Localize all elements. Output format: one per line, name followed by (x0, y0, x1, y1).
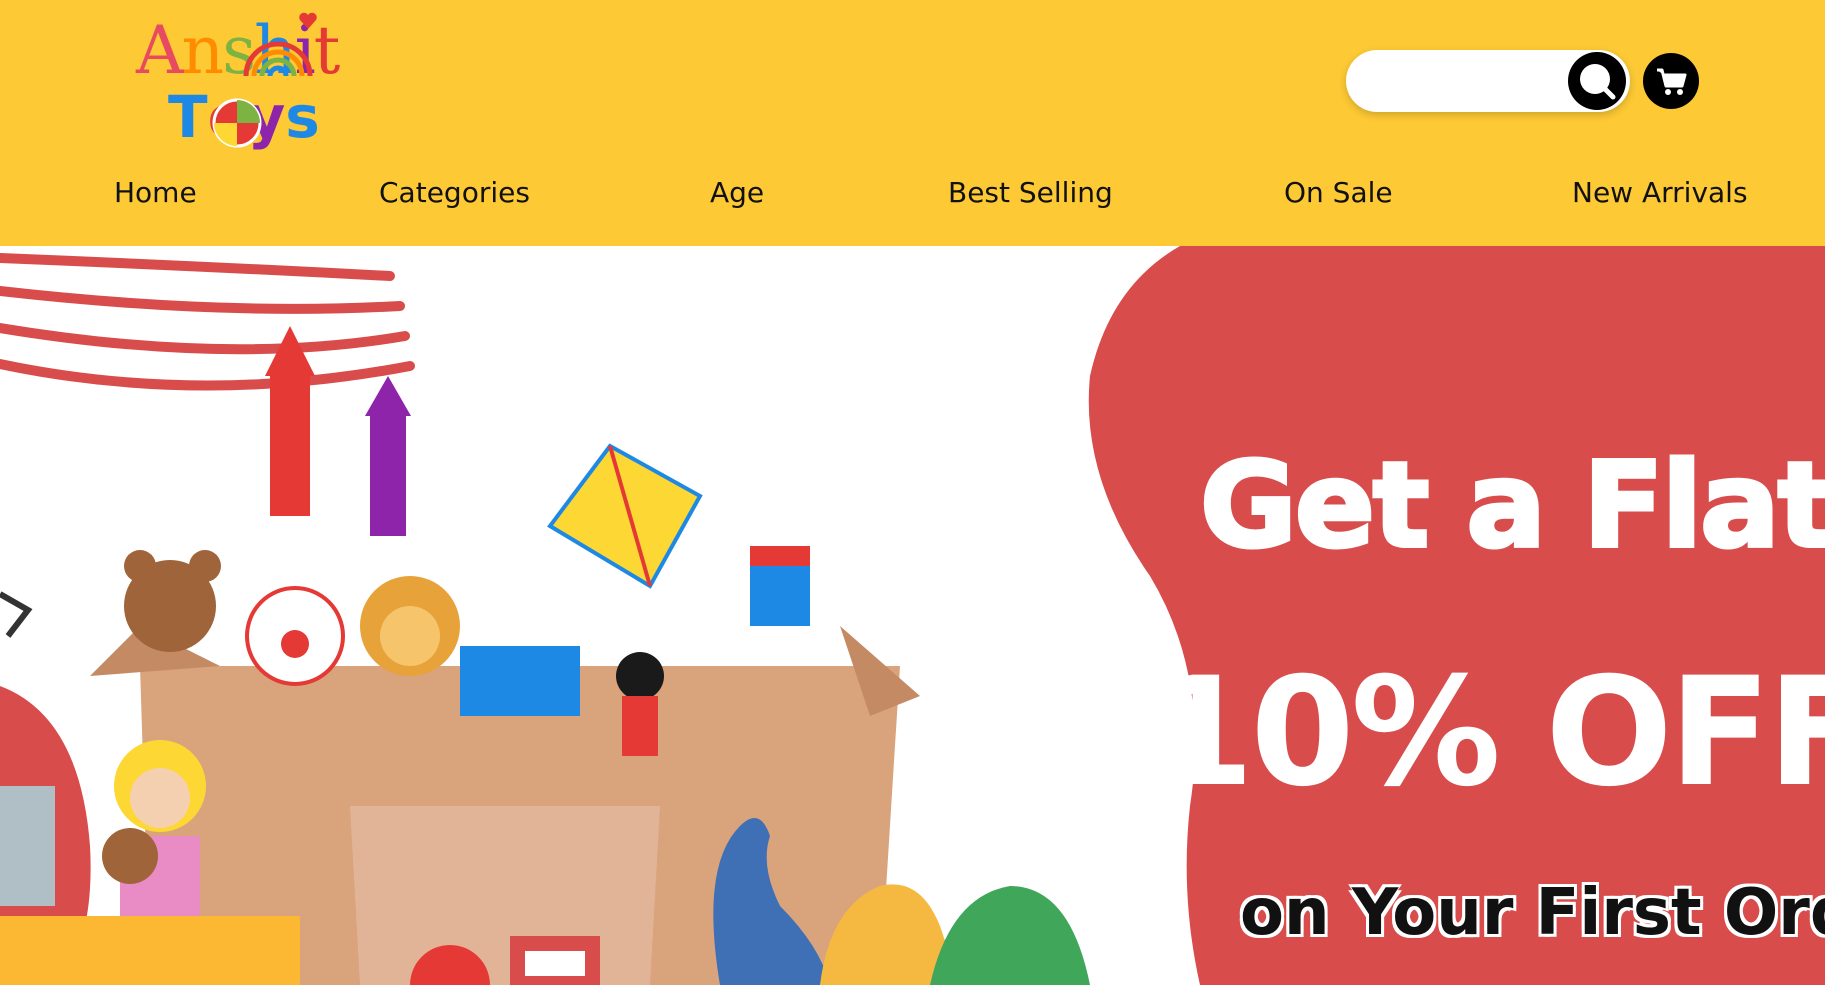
rocket-toy (270, 376, 310, 516)
promo-headline-line2: 10% OFF (1150, 646, 1825, 820)
stripe-decoration (0, 253, 415, 391)
search-button[interactable] (1568, 52, 1626, 110)
heart-icon (299, 12, 317, 30)
site-header: Anshit Toys (0, 0, 1825, 246)
search-icon (1580, 64, 1616, 100)
nav-item-on-sale[interactable]: On Sale (1284, 168, 1393, 218)
brand-logo[interactable]: Anshit Toys (130, 8, 380, 156)
nav-item-categories[interactable]: Categories (379, 168, 530, 218)
cart-icon (1657, 68, 1687, 95)
hero-banner[interactable]: Get a Flat 10% OFF on Your First Order (0, 246, 1825, 985)
yellow-tray (0, 916, 300, 985)
ball-icon (212, 98, 262, 148)
logo-letter: s (285, 83, 320, 151)
nav-item-new-arrivals[interactable]: New Arrivals (1572, 168, 1748, 218)
logo-letter: n (181, 12, 224, 89)
nav-item-best-selling[interactable]: Best Selling (948, 168, 1113, 218)
chevron-left-icon (0, 591, 33, 638)
hero-illustration (0, 246, 1825, 985)
rainbow-icon (243, 41, 313, 76)
nav-item-age[interactable]: Age (710, 168, 764, 218)
small-teddy (102, 828, 158, 884)
kite-toy (547, 443, 703, 589)
search-input[interactable] (1366, 62, 1550, 100)
promo-headline-line3: on Your First Order (1240, 876, 1825, 950)
soldier-toy (616, 652, 664, 700)
main-nav: Home Categories Age Best Selling On Sale… (0, 168, 1825, 218)
logo-letter: T (168, 83, 208, 151)
train-toy (460, 646, 580, 716)
nav-item-home[interactable]: Home (114, 168, 197, 218)
logo-letter: A (136, 12, 184, 89)
promo-blob (1088, 246, 1825, 985)
cart-button[interactable] (1643, 53, 1699, 109)
green-dino (930, 886, 1090, 985)
promo-headline-line1: Get a Flat (1198, 434, 1825, 576)
robot-toy (0, 786, 55, 906)
rocket-toy-purple (370, 416, 406, 536)
toy-box-front (350, 806, 660, 985)
